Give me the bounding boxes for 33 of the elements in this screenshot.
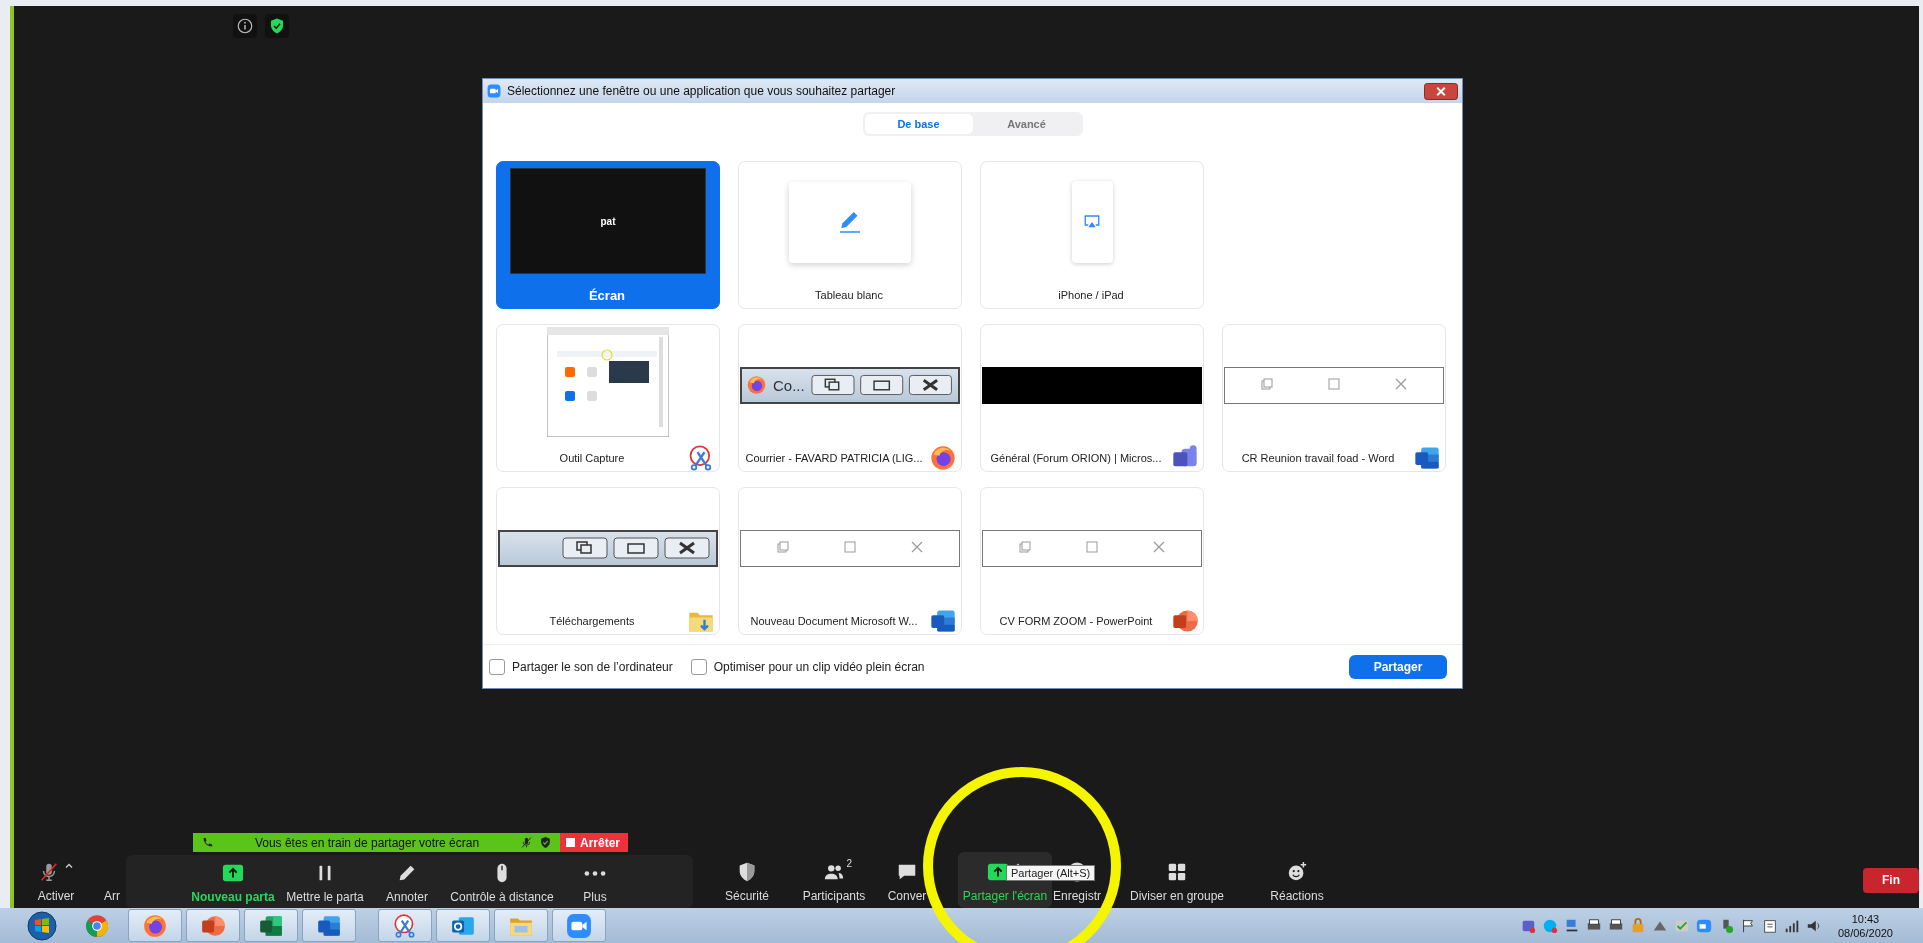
button-label: Partager l'écran — [962, 889, 1048, 903]
checkbox-label: Partager le son de l’ordinateur — [512, 659, 673, 674]
window-title: Sélectionnez une fenêtre ou une application que vous souhaitez partager — [507, 84, 897, 98]
button-label: Contrôle à distance — [450, 890, 554, 904]
card-label: iPhone / iPad — [1057, 289, 1125, 301]
checkbox-label: Optimiser pour un clip vidéo plein écran — [713, 659, 925, 674]
banner-text: Vous êtes en train de partager votre écran — [253, 835, 481, 850]
card-label: Général (Forum ORION) | Micros... — [989, 452, 1163, 464]
card-label: Écran — [587, 287, 627, 303]
button-label: Sécurité — [725, 889, 769, 903]
card-label: Téléchargements — [548, 615, 636, 627]
card-label: Tableau blanc — [814, 289, 884, 301]
button-label: Nouveau parta — [191, 890, 275, 904]
participant-count: 2 — [846, 858, 852, 869]
clock-time: 10:43 — [1851, 911, 1880, 926]
card-label: CV FORM ZOOM - PowerPoint — [998, 615, 1154, 627]
thumbnail-text: Co... — [773, 376, 805, 394]
button-label: Plus — [583, 890, 607, 904]
card-label: Nouveau Document Microsoft W... — [749, 615, 919, 627]
button-label: Annoter — [386, 890, 428, 904]
button-label: Enregistr — [1053, 889, 1101, 903]
button-label: Arr — [104, 889, 120, 903]
button-label: Réactions — [1270, 889, 1324, 903]
button-label: Mettre le parta — [286, 890, 364, 904]
button-label: Diviser en groupe — [1129, 889, 1225, 903]
button-label: Conver — [887, 889, 927, 903]
card-label: CR Reunion travail foad - Word — [1240, 452, 1396, 464]
card-label: Courrier - FAVARD PATRICIA (LIG... — [744, 452, 924, 464]
button-label: Participants — [802, 889, 866, 903]
clock-date: 08/06/2020 — [1837, 925, 1893, 940]
button-label: Activer — [37, 889, 75, 903]
card-label: Outil Capture — [558, 452, 626, 464]
thumbnail-text: pat — [600, 215, 616, 227]
